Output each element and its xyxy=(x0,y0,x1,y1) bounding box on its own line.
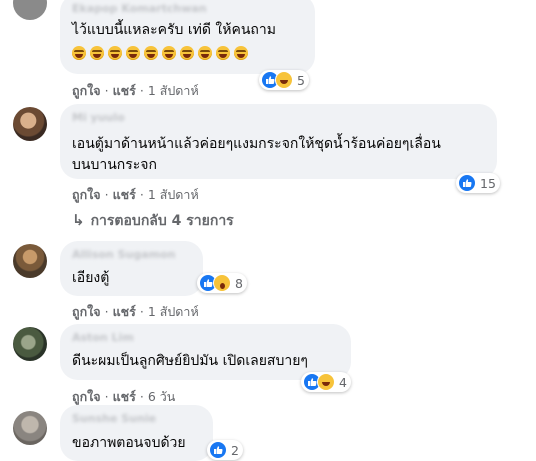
rofl-emoji-icon xyxy=(126,46,140,60)
wow-icon xyxy=(213,274,231,292)
reaction-summary[interactable]: 2 xyxy=(207,440,243,460)
avatar[interactable] xyxy=(13,411,47,445)
reply-action[interactable]: แชร์ xyxy=(113,185,136,205)
reaction-summary[interactable]: 8 xyxy=(197,273,247,293)
reaction-count: 5 xyxy=(297,72,305,88)
emoji-row xyxy=(72,46,248,60)
comment-text: บนบานกระจก xyxy=(72,157,157,173)
reply-action[interactable]: แชร์ xyxy=(113,302,136,322)
comment-bubble: Mi yuulo เอนตู้มาด้านหน้าแล้วค่อยๆแงมกระ… xyxy=(60,104,497,179)
avatar[interactable] xyxy=(13,244,47,278)
comment-time[interactable]: 1 สัปดาห์ xyxy=(148,185,199,205)
comment-actions: ถูกใจ · แชร์ · 1 สัปดาห์ xyxy=(72,185,199,205)
rofl-emoji-icon xyxy=(234,46,248,60)
reaction-count: 4 xyxy=(339,374,347,390)
commenter-name[interactable]: Mi yuulo xyxy=(72,111,125,124)
comment-actions: ถูกใจ · แชร์ · 6 วัน xyxy=(72,387,175,407)
comment-text: ดีนะผมเป็นลูกศิษย์ยิปมัน เปิดเลยสบายๆ xyxy=(72,353,308,369)
reaction-summary[interactable]: 5 xyxy=(259,70,309,90)
comment-bubble: Ekapop Komartchwan ไว้แบบนี้แหละครับ เท่… xyxy=(60,0,315,74)
rofl-emoji-icon xyxy=(144,46,158,60)
haha-icon xyxy=(317,373,335,391)
replies-label: การตอบกลับ 4 รายการ xyxy=(90,213,234,229)
reaction-count: 2 xyxy=(231,442,239,458)
rofl-emoji-icon xyxy=(216,46,230,60)
rofl-emoji-icon xyxy=(90,46,104,60)
comment-text: ขอภาพตอนจบด้วย xyxy=(72,435,186,451)
rofl-emoji-icon xyxy=(162,46,176,60)
comment-bubble: Allison Sugamon เอียงตู้ xyxy=(60,241,203,296)
reply-action[interactable]: แชร์ xyxy=(113,387,136,407)
comment-text: ไว้แบบนี้แหละครับ เท่ดี ให้คนถาม xyxy=(72,22,276,38)
view-replies-link[interactable]: ↳ การตอบกลับ 4 รายการ xyxy=(72,210,234,232)
like-icon xyxy=(458,174,476,192)
reaction-count: 8 xyxy=(235,275,243,291)
commenter-name[interactable]: Ekapop Komartchwan xyxy=(72,2,207,15)
rofl-emoji-icon xyxy=(72,46,86,60)
like-action[interactable]: ถูกใจ xyxy=(72,185,101,205)
reaction-summary[interactable]: 15 xyxy=(456,173,500,193)
reaction-summary[interactable]: 4 xyxy=(301,372,351,392)
avatar[interactable] xyxy=(13,107,47,141)
comment-time[interactable]: 1 สัปดาห์ xyxy=(148,302,199,322)
comment-time[interactable]: 6 วัน xyxy=(148,387,176,407)
commenter-name[interactable]: Sunshe Sunie xyxy=(72,412,156,425)
rofl-emoji-icon xyxy=(180,46,194,60)
avatar[interactable] xyxy=(13,0,47,20)
like-action[interactable]: ถูกใจ xyxy=(72,302,101,322)
commenter-name[interactable]: Allison Sugamon xyxy=(72,248,176,261)
comment-time[interactable]: 1 สัปดาห์ xyxy=(148,81,199,101)
commenter-name[interactable]: Aston Lim xyxy=(72,331,134,344)
comment-text: เอนตู้มาด้านหน้าแล้วค่อยๆแงมกระจกให้ชุดน… xyxy=(72,136,441,152)
haha-icon xyxy=(275,71,293,89)
rofl-emoji-icon xyxy=(108,46,122,60)
comment-actions: ถูกใจ · แชร์ · 1 สัปดาห์ xyxy=(72,81,199,101)
reply-arrow-icon: ↳ xyxy=(72,211,85,229)
comment-bubble: Sunshe Sunie ขอภาพตอนจบด้วย xyxy=(60,405,213,461)
like-action[interactable]: ถูกใจ xyxy=(72,387,101,407)
reply-action[interactable]: แชร์ xyxy=(113,81,136,101)
rofl-emoji-icon xyxy=(198,46,212,60)
like-action[interactable]: ถูกใจ xyxy=(72,81,101,101)
comment-actions: ถูกใจ · แชร์ · 1 สัปดาห์ xyxy=(72,302,199,322)
comment-text: เอียงตู้ xyxy=(72,270,110,286)
reaction-count: 15 xyxy=(480,175,496,191)
like-icon xyxy=(209,441,227,459)
avatar[interactable] xyxy=(13,327,47,361)
